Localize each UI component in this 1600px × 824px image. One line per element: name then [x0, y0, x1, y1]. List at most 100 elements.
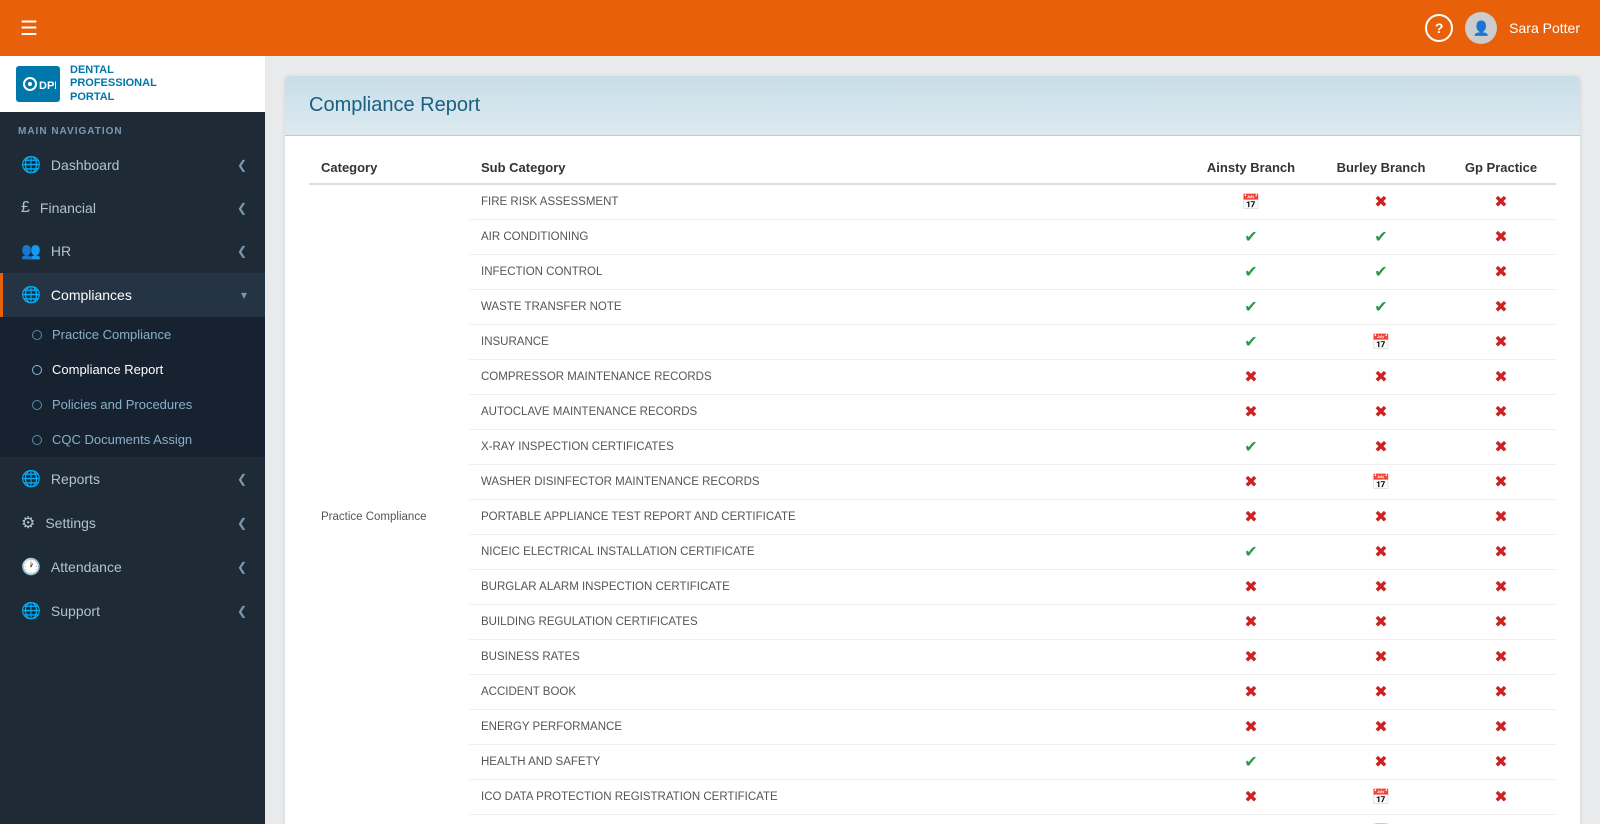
subcategory-cell: NICEIC ELECTRICAL INSTALLATION CERTIFICA…	[469, 535, 1186, 570]
gp-cell: ✖	[1446, 184, 1556, 220]
subcategory-cell: ENERGY PERFORMANCE	[469, 710, 1186, 745]
support-icon: 🌐	[21, 601, 41, 621]
sidebar-item-cqc-documents[interactable]: CQC Documents Assign	[0, 422, 265, 457]
ainsty-cell: ✖	[1186, 500, 1316, 535]
sidebar-item-dashboard[interactable]: 🌐 Dashboard ❮	[0, 143, 265, 187]
report-header: Compliance Report	[285, 76, 1580, 136]
circle-icon	[32, 365, 42, 375]
table-row: INFECTION CONTROL ✔ ✔ ✖	[309, 255, 1556, 290]
avatar: 👤	[1465, 12, 1497, 44]
content-area: Compliance Report Category Sub Category …	[265, 56, 1600, 824]
ainsty-cell: ✔	[1186, 255, 1316, 290]
menu-icon[interactable]: ☰	[20, 16, 38, 41]
burley-cell: ✖	[1316, 745, 1446, 780]
category-cell: Practice Compliance	[309, 184, 469, 824]
table-row: INSURANCE ✔ 📅 ✖	[309, 325, 1556, 360]
table-row: WASHER DISINFECTOR MAINTENANCE RECORDS ✖…	[309, 465, 1556, 500]
sidebar-item-compliances[interactable]: 🌐 Compliances ▾	[0, 273, 265, 317]
main-layout: DPP DENTAL PROFESSIONAL PORTAL MAIN NAVI…	[0, 56, 1600, 824]
table-row: COMPRESSOR MAINTENANCE RECORDS ✖ ✖ ✖	[309, 360, 1556, 395]
logo-icon: DPP	[16, 66, 60, 102]
burley-cell: ✖	[1316, 360, 1446, 395]
sidebar-item-compliance-report[interactable]: Compliance Report	[0, 352, 265, 387]
gp-cell: ✖	[1446, 430, 1556, 465]
ainsty-cell: ✔	[1186, 745, 1316, 780]
gp-cell: ✖	[1446, 570, 1556, 605]
hr-icon: 👥	[21, 241, 41, 261]
table-row: Practice Compliance FIRE RISK ASSESSMENT…	[309, 184, 1556, 220]
sidebar-item-hr[interactable]: 👥 HR ❮	[0, 229, 265, 273]
chevron-icon: ❮	[237, 560, 247, 574]
gp-cell: ✖	[1446, 325, 1556, 360]
gp-cell: ✖	[1446, 710, 1556, 745]
chevron-icon: ❮	[237, 201, 247, 215]
table-row: PORTABLE APPLIANCE TEST REPORT AND CERTI…	[309, 500, 1556, 535]
ainsty-cell: ✔	[1186, 325, 1316, 360]
subcategory-cell: HEALTH AND SAFETY	[469, 745, 1186, 780]
burley-cell: ✖	[1316, 500, 1446, 535]
subcategory-cell: ACCIDENT BOOK	[469, 675, 1186, 710]
ainsty-cell: ✔	[1186, 290, 1316, 325]
circle-icon	[32, 330, 42, 340]
burley-cell: ✖	[1316, 570, 1446, 605]
table-row: HEALTH AND SAFETY ✔ ✖ ✖	[309, 745, 1556, 780]
topbar-left: ☰	[20, 16, 38, 41]
sidebar-item-attendance[interactable]: 🕐 Attendance ❮	[0, 545, 265, 589]
gp-cell: ✖	[1446, 605, 1556, 640]
burley-cell: 📅	[1316, 325, 1446, 360]
gp-cell: ✖	[1446, 395, 1556, 430]
table-row: MEDIA LICENSE ✔ 📅 ✖	[309, 815, 1556, 824]
report-container: Compliance Report Category Sub Category …	[285, 76, 1580, 824]
gp-cell: ✖	[1446, 745, 1556, 780]
compliances-icon: 🌐	[21, 285, 41, 305]
chevron-icon: ❮	[237, 158, 247, 172]
sidebar-item-financial[interactable]: £ Financial ❮	[0, 187, 265, 229]
sidebar-item-settings[interactable]: ⚙ Settings ❮	[0, 501, 265, 545]
topbar-right: ? 👤 Sara Potter	[1425, 12, 1580, 44]
ainsty-cell: ✖	[1186, 675, 1316, 710]
attendance-icon: 🕐	[21, 557, 41, 577]
subcategory-cell: WASHER DISINFECTOR MAINTENANCE RECORDS	[469, 465, 1186, 500]
settings-icon: ⚙	[21, 513, 35, 533]
subcategory-cell: AIR CONDITIONING	[469, 220, 1186, 255]
burley-cell: ✖	[1316, 184, 1446, 220]
ainsty-cell: ✖	[1186, 570, 1316, 605]
sidebar-item-policies-procedures[interactable]: Policies and Procedures	[0, 387, 265, 422]
table-row: ICO DATA PROTECTION REGISTRATION CERTIFI…	[309, 780, 1556, 815]
subcategory-cell: BUILDING REGULATION CERTIFICATES	[469, 605, 1186, 640]
ainsty-cell: ✖	[1186, 640, 1316, 675]
gp-cell: ✖	[1446, 500, 1556, 535]
gp-cell: ✖	[1446, 360, 1556, 395]
ainsty-cell: ✖	[1186, 710, 1316, 745]
ainsty-cell: ✖	[1186, 395, 1316, 430]
sidebar-item-support[interactable]: 🌐 Support ❮	[0, 589, 265, 633]
subcategory-cell: COMPRESSOR MAINTENANCE RECORDS	[469, 360, 1186, 395]
subcategory-cell: BURGLAR ALARM INSPECTION CERTIFICATE	[469, 570, 1186, 605]
table-row: AUTOCLAVE MAINTENANCE RECORDS ✖ ✖ ✖	[309, 395, 1556, 430]
chevron-icon: ❮	[237, 244, 247, 258]
table-row: WASTE TRANSFER NOTE ✔ ✔ ✖	[309, 290, 1556, 325]
help-icon[interactable]: ?	[1425, 14, 1453, 42]
ainsty-cell: ✔	[1186, 815, 1316, 824]
logo-text: DENTAL PROFESSIONAL PORTAL	[70, 64, 157, 104]
table-row: AIR CONDITIONING ✔ ✔ ✖	[309, 220, 1556, 255]
subcategory-cell: MEDIA LICENSE	[469, 815, 1186, 824]
burley-cell: ✔	[1316, 255, 1446, 290]
burley-cell: ✖	[1316, 395, 1446, 430]
gp-cell: ✖	[1446, 535, 1556, 570]
table-row: ACCIDENT BOOK ✖ ✖ ✖	[309, 675, 1556, 710]
chevron-icon: ❮	[237, 604, 247, 618]
report-body: Category Sub Category Ainsty Branch Burl…	[285, 136, 1580, 824]
table-row: NICEIC ELECTRICAL INSTALLATION CERTIFICA…	[309, 535, 1556, 570]
burley-cell: ✔	[1316, 220, 1446, 255]
subcategory-cell: BUSINESS RATES	[469, 640, 1186, 675]
table-row: BUILDING REGULATION CERTIFICATES ✖ ✖ ✖	[309, 605, 1556, 640]
sidebar-item-reports[interactable]: 🌐 Reports ❮	[0, 457, 265, 501]
gp-cell: ✖	[1446, 220, 1556, 255]
circle-icon	[32, 435, 42, 445]
ainsty-cell: ✔	[1186, 430, 1316, 465]
sidebar-item-practice-compliance[interactable]: Practice Compliance	[0, 317, 265, 352]
ainsty-cell: ✔	[1186, 535, 1316, 570]
burley-cell: ✔	[1316, 290, 1446, 325]
burley-cell: ✖	[1316, 710, 1446, 745]
